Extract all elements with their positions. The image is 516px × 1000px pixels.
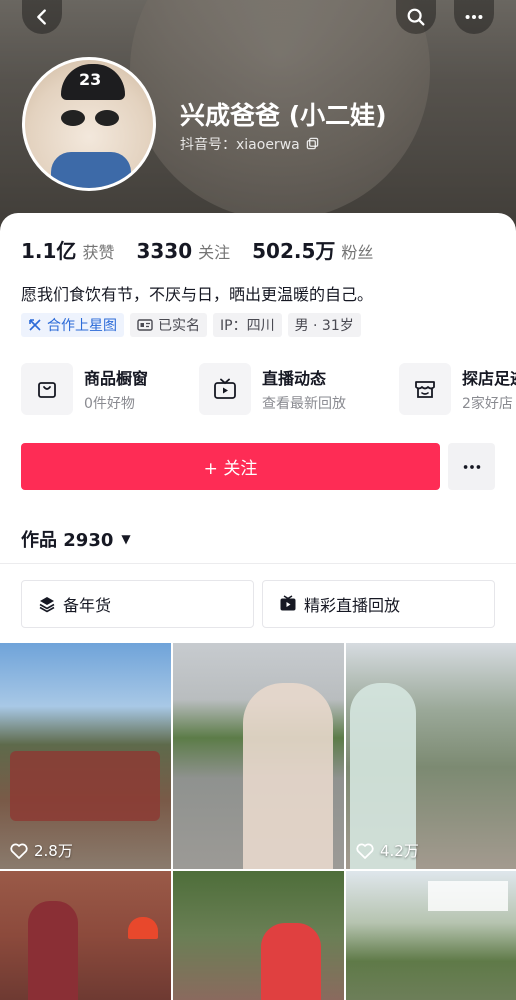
- video-likes: 4.2万: [356, 840, 419, 861]
- video-thumbnail[interactable]: [0, 871, 171, 1000]
- profile-handle[interactable]: 抖音号：xiaoerwa: [180, 134, 319, 154]
- search-icon: [407, 8, 425, 26]
- profile-stats: 1.1亿 获赞 3330 关注 502.5万 粉丝: [21, 235, 395, 264]
- live-replay-icon: [280, 595, 296, 611]
- followers-label: 粉丝: [341, 243, 374, 262]
- follow-button[interactable]: + 关注: [21, 443, 440, 490]
- more-dots-icon: [463, 464, 480, 469]
- video-thumbnail[interactable]: [173, 871, 344, 1000]
- tag-ip: IP：四川: [213, 313, 282, 337]
- service-store-visits[interactable]: 探店足迹 2家好店: [399, 363, 516, 415]
- profile-bio: 愿我们食饮有节，不厌与日，晒出更温暖的自己。: [21, 285, 374, 304]
- following-count[interactable]: 3330: [136, 239, 192, 263]
- chevron-left-icon: [37, 9, 46, 25]
- video-likes: 2.8万: [10, 840, 73, 861]
- shopping-bag-icon: [38, 382, 56, 398]
- more-dots-icon: [465, 14, 483, 20]
- avatar[interactable]: 23: [22, 57, 156, 191]
- profile-tags: 合作上星图 已实名 IP：四川 男 · 31岁: [21, 313, 361, 337]
- profile-card: 1.1亿 获赞 3330 关注 502.5万 粉丝 愿我们食饮有节，不厌与日，晒…: [0, 213, 516, 1000]
- heart-icon: [10, 842, 28, 859]
- likes-count[interactable]: 1.1亿: [21, 235, 76, 264]
- caret-down-icon: ▼: [121, 532, 131, 546]
- works-tab[interactable]: 作品 2930 ▼: [21, 526, 131, 552]
- video-thumbnail[interactable]: [173, 643, 344, 869]
- collection-live-replay[interactable]: 精彩直播回放: [262, 580, 495, 628]
- video-thumbnail[interactable]: 4.2万: [346, 643, 516, 869]
- divider: [0, 563, 516, 564]
- video-thumbnail[interactable]: [346, 871, 516, 1000]
- collection-new-year-goods[interactable]: 备年货: [21, 580, 254, 628]
- followers-count[interactable]: 502.5万: [252, 235, 335, 264]
- tag-verified[interactable]: 已实名: [130, 313, 207, 337]
- tv-icon: [214, 378, 236, 399]
- likes-label: 获赞: [82, 243, 115, 262]
- more-actions-button[interactable]: [448, 443, 495, 490]
- services-row: 商品橱窗 0件好物 直播动态 查看最新回放 探店足迹 2家好店: [21, 363, 516, 419]
- store-icon: [415, 381, 435, 398]
- star-map-icon: [29, 319, 41, 331]
- service-shop-window[interactable]: 商品橱窗 0件好物: [21, 363, 148, 415]
- heart-icon: [356, 842, 374, 859]
- profile-name: 兴成爸爸 (小二娃): [180, 101, 387, 130]
- video-thumbnail[interactable]: 2.8万: [0, 643, 171, 869]
- avatar-hat: 23: [61, 64, 125, 100]
- video-grid: 2.8万 4.2万: [0, 643, 516, 1000]
- following-label: 关注: [198, 243, 231, 262]
- layers-icon: [39, 597, 55, 613]
- id-card-icon: [137, 319, 153, 331]
- tag-star-map[interactable]: 合作上星图: [21, 313, 124, 337]
- tag-gender-age: 男 · 31岁: [287, 313, 361, 337]
- service-live[interactable]: 直播动态 查看最新回放: [199, 363, 346, 415]
- copy-icon[interactable]: [306, 137, 319, 150]
